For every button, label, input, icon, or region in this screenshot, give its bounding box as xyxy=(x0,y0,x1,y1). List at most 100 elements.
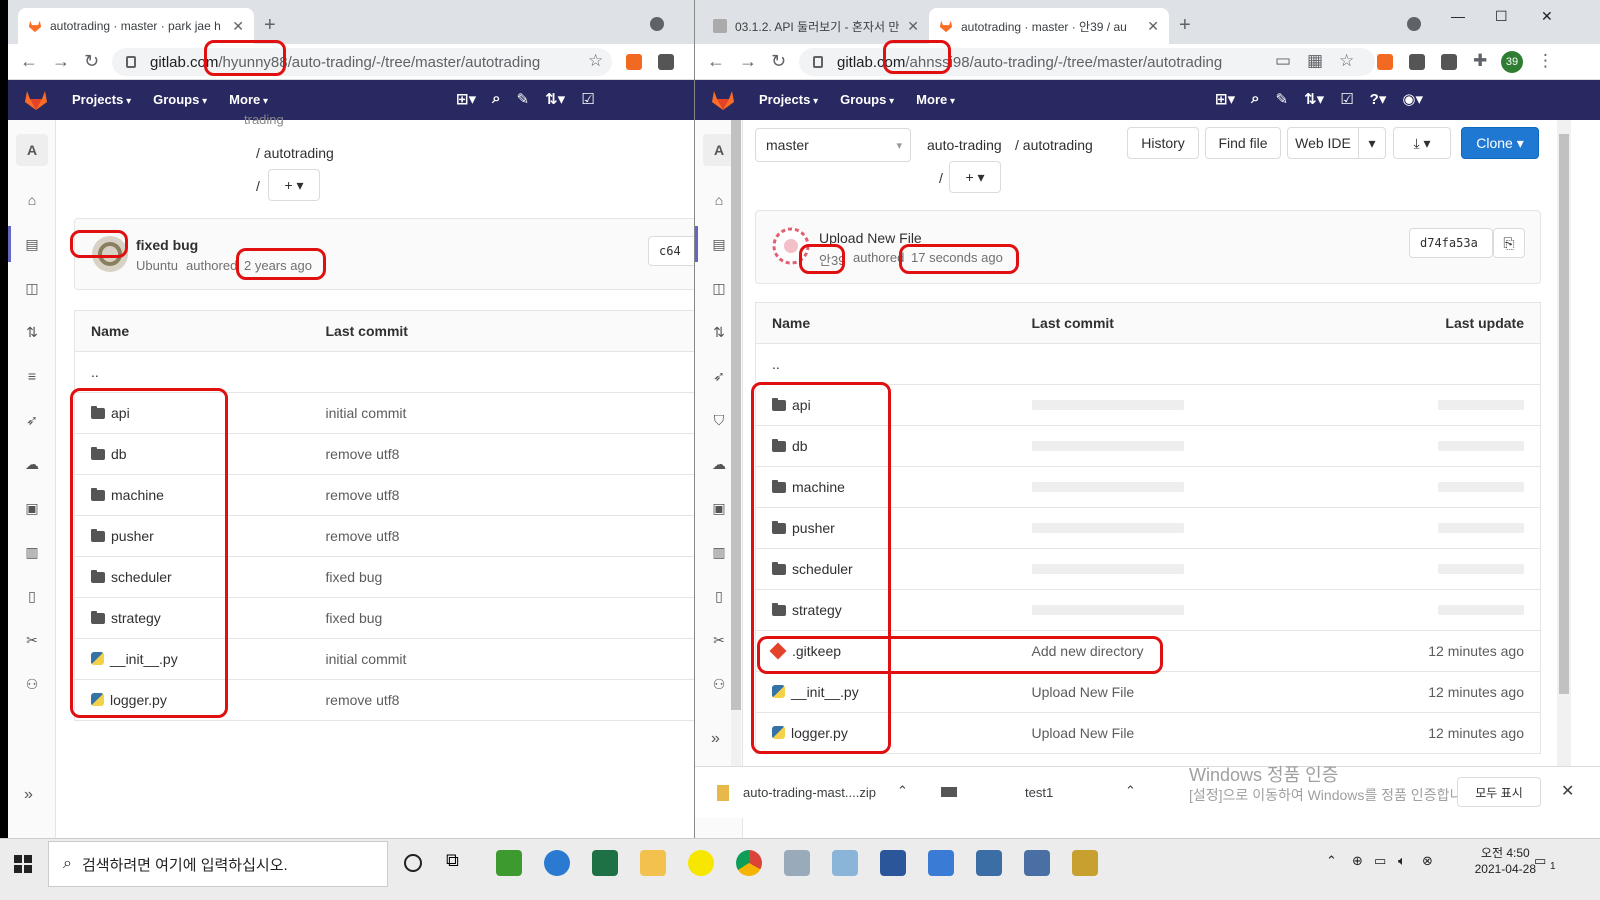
last-commit-cell[interactable]: remove utf8 xyxy=(309,515,694,557)
extension-icon[interactable] xyxy=(1377,54,1393,70)
back-icon[interactable]: ← xyxy=(707,51,725,72)
rocket-icon[interactable]: ➶ xyxy=(711,368,727,384)
issues-icon[interactable]: ◫ xyxy=(711,280,727,296)
notification-icon[interactable]: ▭ xyxy=(1534,853,1546,869)
file-name[interactable]: pusher xyxy=(111,528,154,544)
page-scrollbar[interactable] xyxy=(1557,120,1571,766)
plus-icon[interactable]: ⊞▾ xyxy=(456,90,476,108)
close-tab-icon[interactable]: ✕ xyxy=(1147,18,1159,35)
file-name[interactable]: machine xyxy=(792,479,845,495)
wiki-icon[interactable]: ▯ xyxy=(24,588,40,604)
new-tab-icon[interactable]: + xyxy=(1179,14,1191,37)
file-name[interactable]: .gitkeep xyxy=(792,643,841,659)
menu-kebab-icon[interactable]: ⋮ xyxy=(1537,51,1554,71)
issues-icon[interactable]: ✎ xyxy=(517,90,530,108)
table-row[interactable]: logger.py remove utf8 xyxy=(74,679,694,721)
commit-author[interactable]: 안39 xyxy=(819,250,845,269)
forward-icon[interactable]: → xyxy=(52,51,70,72)
python-icon[interactable] xyxy=(976,850,1002,876)
file-name-cell[interactable]: strategy xyxy=(74,597,310,639)
repository-icon[interactable]: ▤ xyxy=(711,236,727,252)
members-icon[interactable]: ⚇ xyxy=(24,676,40,692)
reload-icon[interactable]: ↻ xyxy=(771,51,786,72)
merge-request-icon[interactable]: ⇅ xyxy=(711,324,727,340)
last-commit-cell[interactable]: remove utf8 xyxy=(309,679,694,721)
task-view-icon[interactable]: ⧉ xyxy=(446,850,472,876)
last-commit-cell[interactable]: fixed bug xyxy=(309,597,694,639)
last-commit-cell[interactable]: Upload New File xyxy=(1015,712,1341,754)
nav-groups[interactable]: Groups xyxy=(840,92,894,107)
file-name-cell[interactable]: db xyxy=(755,425,1016,467)
copy-sha-button[interactable]: ⎘ xyxy=(1493,228,1525,258)
file-name[interactable]: api xyxy=(792,397,811,413)
breadcrumb-dir[interactable]: / autotrading xyxy=(256,145,334,161)
rocket-icon[interactable]: ➶ xyxy=(24,412,40,428)
kakaotalk-icon[interactable] xyxy=(688,850,714,876)
excel-icon[interactable] xyxy=(592,850,618,876)
commit-author[interactable]: Ubuntu xyxy=(136,258,178,273)
gitlab-logo-icon[interactable] xyxy=(24,89,48,111)
file-name[interactable]: db xyxy=(111,446,127,462)
merge-request-icon[interactable]: ⇅▾ xyxy=(545,90,565,108)
table-row[interactable]: db xyxy=(755,425,1541,467)
url-field[interactable]: gitlab.com/hyunny88/auto-trading/-/tree/… xyxy=(112,48,612,76)
commit-sha[interactable]: d74fa53a xyxy=(1409,228,1493,258)
snippets-icon[interactable]: ✂ xyxy=(24,632,40,648)
profile-badge[interactable]: 39 xyxy=(1501,51,1523,73)
user-avatar-icon[interactable]: ◉▾ xyxy=(1402,90,1423,108)
file-name-cell[interactable]: __init__.py xyxy=(74,638,310,680)
file-name-cell[interactable]: strategy xyxy=(755,589,1016,631)
file-name-cell[interactable]: machine xyxy=(74,474,310,516)
bookmark-star-icon[interactable]: ☆ xyxy=(588,51,603,71)
parent-dir[interactable]: .. xyxy=(74,351,310,393)
file-name[interactable]: __init__.py xyxy=(110,651,178,667)
file-name[interactable]: machine xyxy=(111,487,164,503)
table-row[interactable]: pusher remove utf8 xyxy=(74,515,694,557)
parent-dir[interactable]: .. xyxy=(755,343,1016,385)
file-name[interactable]: logger.py xyxy=(791,725,848,741)
table-row-parent[interactable]: .. xyxy=(74,351,694,393)
analytics-icon[interactable]: ▥ xyxy=(711,544,727,560)
package-icon[interactable]: ▣ xyxy=(711,500,727,516)
file-name-cell[interactable]: logger.py xyxy=(755,712,1016,754)
table-row[interactable]: strategy fixed bug xyxy=(74,597,694,639)
breadcrumb-project[interactable]: auto-trading xyxy=(927,137,1002,153)
edge-icon[interactable] xyxy=(544,850,570,876)
issues-icon[interactable]: ✎ xyxy=(1276,90,1289,108)
table-row[interactable]: __init__.py Upload New File 12 minutes ago xyxy=(755,671,1541,713)
find-file-button[interactable]: Find file xyxy=(1205,127,1281,159)
commit-sha[interactable]: c64 xyxy=(648,236,694,266)
clone-button[interactable]: Clone ▾ xyxy=(1461,127,1539,159)
web-ide-button[interactable]: Web IDE xyxy=(1287,127,1359,159)
breadcrumb-dir[interactable]: / autotrading xyxy=(1015,137,1093,153)
download-item-2[interactable]: test1 xyxy=(1025,785,1053,800)
web-ide-dropdown-button[interactable]: ▾ xyxy=(1358,127,1386,159)
forward-icon[interactable]: → xyxy=(739,51,757,72)
tab-api-docs[interactable]: 03.1.2. API 둘러보기 - 혼자서 만 ✕ xyxy=(703,8,929,44)
close-tab-icon[interactable]: ✕ xyxy=(232,18,244,35)
tray-chevron-icon[interactable]: ⌃ xyxy=(1326,853,1337,869)
tab-autotrading[interactable]: autotrading · master · park jae h ✕ xyxy=(18,8,254,44)
maximize-icon[interactable]: ☐ xyxy=(1495,8,1508,25)
file-name-cell[interactable]: pusher xyxy=(74,515,310,557)
search-icon[interactable]: ⌕ xyxy=(492,90,500,108)
volume-icon[interactable]: 🔈︎ xyxy=(1398,853,1406,869)
last-commit-cell[interactable]: Upload New File xyxy=(1015,671,1341,713)
extension-icon[interactable] xyxy=(1409,54,1425,70)
plus-icon[interactable]: ⊞▾ xyxy=(1215,90,1235,108)
virtualbox-icon[interactable] xyxy=(1024,850,1050,876)
file-name-cell[interactable]: .gitkeep xyxy=(755,630,1016,672)
table-row[interactable]: logger.py Upload New File 12 minutes ago xyxy=(755,712,1541,754)
todo-icon[interactable]: ☑ xyxy=(581,90,594,108)
table-row[interactable]: db remove utf8 xyxy=(74,433,694,475)
app-icon-1[interactable] xyxy=(496,850,522,876)
snippets-icon[interactable]: ✂ xyxy=(711,632,727,648)
commit-title[interactable]: fixed bug xyxy=(136,237,198,253)
file-name-cell[interactable]: logger.py xyxy=(74,679,310,721)
app-icon-2[interactable] xyxy=(784,850,810,876)
file-name[interactable]: pusher xyxy=(792,520,835,536)
back-icon[interactable]: ← xyxy=(20,51,38,72)
minimize-icon[interactable]: — xyxy=(1451,8,1465,24)
download-item-1[interactable]: auto-trading-mast....zip xyxy=(743,785,876,800)
file-name[interactable]: db xyxy=(792,438,808,454)
